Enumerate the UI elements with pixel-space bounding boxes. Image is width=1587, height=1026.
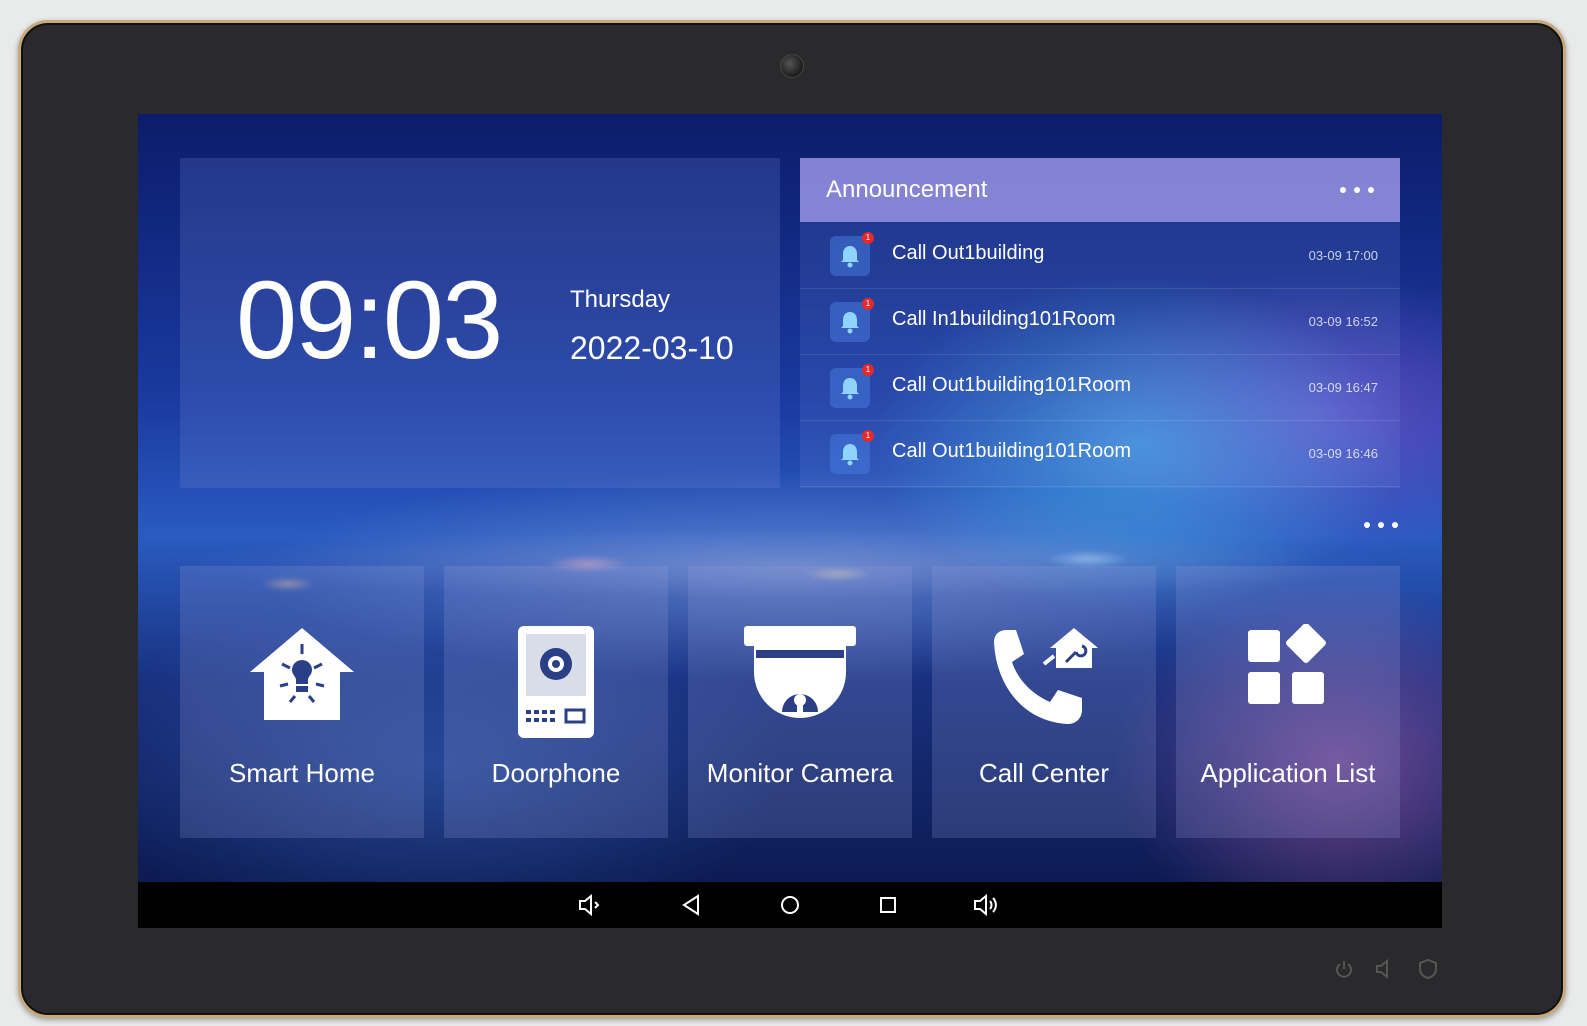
- announcement-header: Announcement: [800, 158, 1400, 222]
- clock-weekday: Thursday: [570, 286, 671, 313]
- app-tile-monitor-camera[interactable]: Monitor Camera: [688, 566, 912, 838]
- announcement-panel: Announcement 1 Call Out1building 03-09 1…: [800, 158, 1400, 488]
- announcement-item[interactable]: 1 Call Out1building 03-09 17:00: [800, 222, 1400, 289]
- unread-badge: 1: [862, 430, 874, 442]
- back-icon[interactable]: [678, 892, 706, 918]
- announcement-item-time: 03-09 16:52: [1308, 314, 1378, 329]
- touch-screen: 09:03 Thursday 2022-03-10 Announcement 1…: [138, 114, 1442, 928]
- smart-home-icon: [250, 628, 354, 720]
- home-icon[interactable]: [776, 892, 804, 918]
- app-tile-label: Monitor Camera: [706, 758, 894, 788]
- application-list-icon: [1248, 624, 1326, 704]
- speaker-icon[interactable]: [1374, 958, 1396, 980]
- app-tile-smart-home[interactable]: Smart Home: [180, 566, 424, 838]
- clock-widget: 09:03 Thursday 2022-03-10: [180, 158, 780, 488]
- announcement-item[interactable]: 1 Call Out1building101Room 03-09 16:47: [800, 354, 1400, 421]
- call-center-icon: [994, 628, 1098, 724]
- app-tile-label: Smart Home: [229, 758, 375, 788]
- announcement-item-text: Call In1building101Room: [892, 308, 1116, 330]
- announcement-item[interactable]: 1 Call In1building101Room 03-09 16:52: [800, 288, 1400, 355]
- doorphone-icon: [518, 626, 594, 738]
- app-tile-application-list[interactable]: Application List: [1176, 566, 1400, 838]
- clock-date: 2022-03-10: [570, 330, 734, 366]
- volume-down-icon[interactable]: [576, 892, 604, 918]
- app-tile-call-center[interactable]: Call Center: [932, 566, 1156, 838]
- announcement-more-icon[interactable]: [1340, 185, 1374, 195]
- power-icon[interactable]: [1333, 958, 1355, 980]
- announcement-item-time: 03-09 16:46: [1308, 446, 1378, 461]
- clock-time: 09:03: [236, 259, 503, 382]
- announcement-item-text: Call Out1building101Room: [892, 374, 1132, 396]
- unread-badge: 1: [862, 364, 874, 376]
- monitor-camera-icon: [744, 626, 856, 718]
- announcement-item-time: 03-09 17:00: [1308, 248, 1378, 263]
- recents-icon[interactable]: [874, 892, 902, 918]
- apps-more-icon[interactable]: [1364, 520, 1398, 530]
- shield-icon[interactable]: [1417, 958, 1439, 980]
- announcement-title: Announcement: [826, 176, 988, 203]
- app-tile-doorphone[interactable]: Doorphone: [444, 566, 668, 838]
- system-nav-bar: [138, 882, 1442, 928]
- front-camera: [780, 54, 804, 78]
- unread-badge: 1: [862, 232, 874, 244]
- app-tile-label: Application List: [1200, 758, 1376, 788]
- announcement-item[interactable]: 1 Call Out1building101Room 03-09 16:46: [800, 420, 1400, 487]
- app-tile-label: Doorphone: [491, 758, 621, 788]
- announcement-item-text: Call Out1building: [892, 242, 1045, 264]
- app-tile-label: Call Center: [978, 758, 1110, 788]
- announcement-item-text: Call Out1building101Room: [892, 440, 1132, 462]
- unread-badge: 1: [862, 298, 874, 310]
- volume-up-icon[interactable]: [972, 892, 1000, 918]
- announcement-item-time: 03-09 16:47: [1308, 380, 1378, 395]
